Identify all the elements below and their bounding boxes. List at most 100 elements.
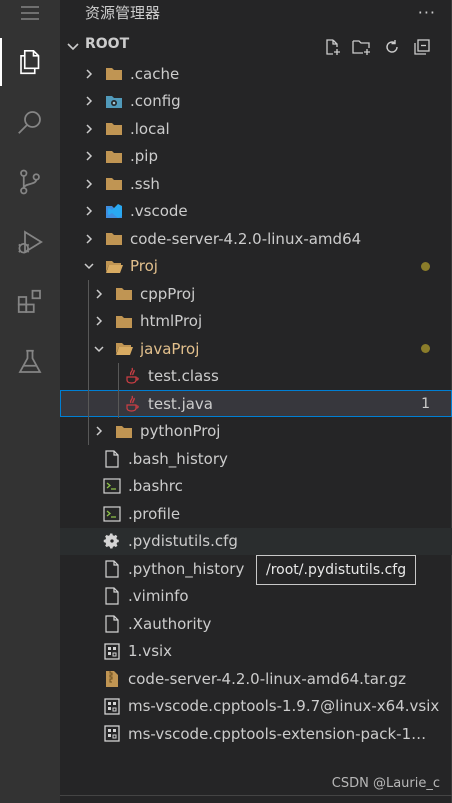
java-icon xyxy=(122,394,142,414)
folder-open-icon xyxy=(104,256,124,276)
explorer-title: 资源管理器 xyxy=(85,3,161,22)
terminal-file-icon xyxy=(102,476,122,496)
chevron-right-icon[interactable] xyxy=(82,94,96,108)
extensions-icon[interactable] xyxy=(0,278,60,326)
more-actions-icon[interactable]: ··· xyxy=(418,3,436,22)
file-item[interactable]: code-server-4.2.0-linux-amd64.tar.gz xyxy=(60,665,452,692)
tree-item-label: .local xyxy=(130,119,170,138)
chevron-right-icon[interactable] xyxy=(92,287,106,301)
tree-item-label: ms-vscode.cpptools-1.9.7@linux-x64.vsix xyxy=(128,697,440,715)
new-file-icon[interactable] xyxy=(321,36,342,57)
tree-item-label: htmlProj xyxy=(140,312,203,330)
divider xyxy=(60,795,452,796)
folder-item[interactable]: code-server-4.2.0-linux-amd64 xyxy=(60,225,452,252)
file-item[interactable]: 1.vsix xyxy=(60,638,452,665)
file-item[interactable]: .viminfo xyxy=(60,583,452,610)
chevron-right-icon[interactable] xyxy=(92,424,106,438)
folder-icon xyxy=(114,421,134,441)
tree-item-label: test.java xyxy=(148,394,214,413)
chevron-right-icon[interactable] xyxy=(82,232,96,246)
file-item[interactable]: .profile xyxy=(60,500,452,527)
terminal-file-icon xyxy=(102,504,122,524)
chevron-down-icon xyxy=(67,43,79,51)
folder-item[interactable]: Proj xyxy=(60,253,452,280)
file-icon xyxy=(102,586,122,606)
tree-item-label: .viminfo xyxy=(128,587,189,605)
explorer-title-bar: 资源管理器 ··· xyxy=(60,0,452,24)
tree-item-label: .profile xyxy=(128,504,181,523)
folder-item[interactable]: .ssh xyxy=(60,170,452,197)
tree-item-label: cppProj xyxy=(140,284,196,303)
vscode-folder-icon xyxy=(104,201,124,221)
tree-item-label: .Xauthority xyxy=(128,614,212,633)
file-item[interactable]: ms-vscode.cpptools-1.9.7@linux-x64.vsix xyxy=(60,693,452,720)
menu-icon[interactable] xyxy=(0,0,60,26)
file-item[interactable]: .Xauthority xyxy=(60,610,452,637)
folder-icon xyxy=(104,146,124,166)
chevron-right-icon[interactable] xyxy=(82,122,96,136)
run-debug-icon[interactable] xyxy=(0,218,60,266)
tree-item-label: .vscode xyxy=(130,202,188,220)
folder-item[interactable]: .cache xyxy=(60,60,452,87)
file-icon xyxy=(102,449,122,469)
indent-guide xyxy=(88,280,89,445)
tree-item-label: 1.vsix xyxy=(128,642,173,660)
folder-item[interactable]: cppProj xyxy=(60,280,452,307)
folder-icon xyxy=(104,64,124,84)
folder-open-icon xyxy=(114,339,134,359)
indent-guide xyxy=(118,362,119,418)
watermark: CSDN @Laurie_c xyxy=(331,776,440,791)
root-section-header[interactable]: ROOT xyxy=(60,33,452,59)
folder-item[interactable]: .pip xyxy=(60,143,452,170)
file-item[interactable]: .bash_history xyxy=(60,445,452,472)
chevron-right-icon[interactable] xyxy=(82,67,96,81)
extension-package-icon xyxy=(102,696,122,716)
file-item[interactable]: .pydistutils.cfg xyxy=(60,527,452,555)
gear-icon xyxy=(102,531,122,551)
tree-item-label: .pydistutils.cfg xyxy=(128,532,238,550)
folder-item[interactable]: javaProj xyxy=(60,335,452,362)
modified-dot xyxy=(421,261,430,271)
folder-item[interactable]: .config xyxy=(60,88,452,115)
path-tooltip: /root/.pydistutils.cfg xyxy=(256,555,417,585)
tree-item-label: .pip xyxy=(130,147,158,165)
folder-item[interactable]: pythonProj xyxy=(60,418,452,445)
explorer-sidebar: 资源管理器 ··· ROOT .cache .config .local .pip .s… xyxy=(60,0,452,803)
tree-item-label: code-server-4.2.0-linux-amd64.tar.gz xyxy=(128,669,406,688)
extension-package-icon xyxy=(102,641,122,661)
chevron-right-icon[interactable] xyxy=(82,204,96,218)
tree-item-label: test.class xyxy=(148,367,219,385)
config-folder-icon xyxy=(104,91,124,111)
java-icon xyxy=(122,366,142,386)
chevron-right-icon[interactable] xyxy=(82,177,96,191)
chevron-right-icon[interactable] xyxy=(82,149,96,163)
folder-icon xyxy=(114,311,134,331)
tree-item-label: .ssh xyxy=(130,174,160,193)
tree-item-label: javaProj xyxy=(140,339,200,358)
chevron-down-icon[interactable] xyxy=(82,259,96,273)
extension-package-icon xyxy=(102,724,122,744)
folder-item[interactable]: htmlProj xyxy=(60,308,452,335)
refresh-icon[interactable] xyxy=(381,36,402,57)
folder-item[interactable]: .vscode xyxy=(60,198,452,225)
folder-item[interactable]: .local xyxy=(60,115,452,142)
activity-bar xyxy=(0,0,60,803)
file-item[interactable]: ms-vscode.cpptools-extension-pack-1.1...… xyxy=(60,720,452,747)
tree-item-label: ms-vscode.cpptools-extension-pack-1.1...… xyxy=(128,724,428,743)
explorer-icon[interactable] xyxy=(0,38,60,86)
archive-icon xyxy=(102,669,122,689)
testing-icon[interactable] xyxy=(0,338,60,386)
file-item[interactable]: .bashrc xyxy=(60,473,452,500)
folder-icon xyxy=(104,174,124,194)
tree-item-label: .python_history xyxy=(128,559,245,578)
chevron-down-icon[interactable] xyxy=(92,342,106,356)
file-icon xyxy=(102,559,122,579)
search-icon[interactable] xyxy=(0,98,60,146)
source-control-icon[interactable] xyxy=(0,158,60,206)
new-folder-icon[interactable] xyxy=(351,36,372,57)
modified-dot xyxy=(421,344,430,353)
collapse-all-icon[interactable] xyxy=(411,36,432,57)
problem-count-badge: 1 xyxy=(421,395,430,412)
chevron-right-icon[interactable] xyxy=(92,314,106,328)
tree-item-label: pythonProj xyxy=(140,422,221,440)
